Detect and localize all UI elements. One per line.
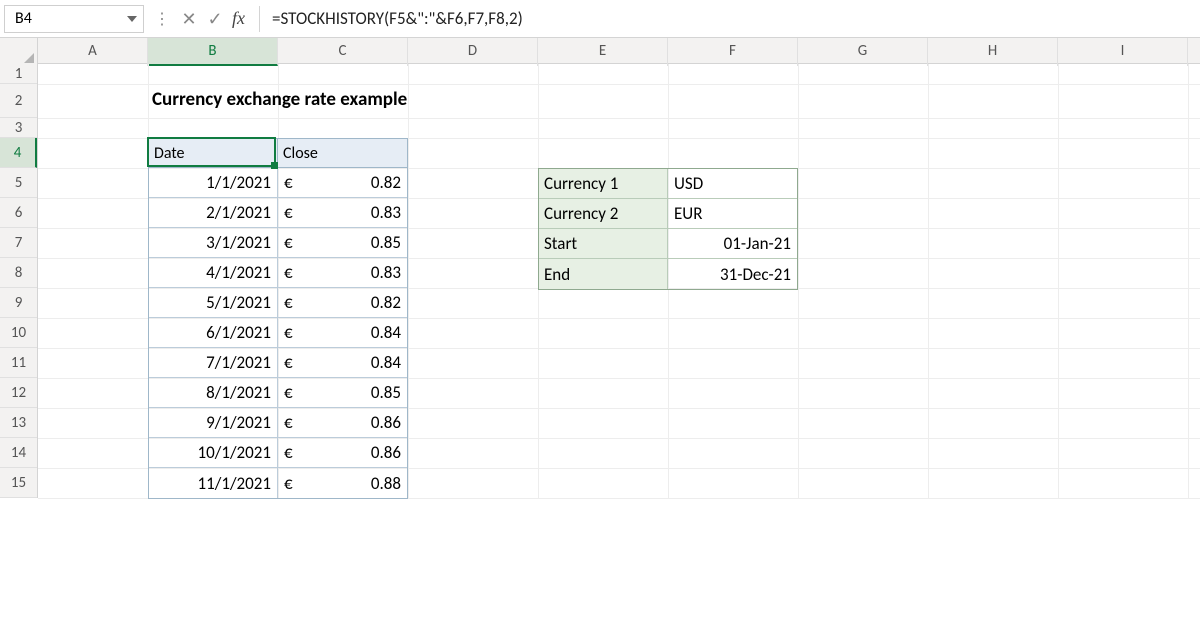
grid[interactable]: Currency exchange rate example Date Clos… [38, 64, 1200, 498]
divider [259, 6, 260, 32]
row-header-5[interactable]: 5 [0, 168, 37, 198]
table-row: 10/1/2021€0.86 [149, 438, 407, 468]
table-row: 2/1/2021€0.83 [149, 198, 407, 228]
vertical-dots-icon: ⋮ [152, 9, 176, 29]
row-headers: 123456789101112131415 [0, 64, 38, 498]
table-row: 8/1/2021€0.85 [149, 378, 407, 408]
row-header-13[interactable]: 13 [0, 408, 37, 438]
param-row: Start01-Jan-21 [539, 229, 797, 259]
col-header-B[interactable]: B [148, 38, 278, 66]
fx-icon[interactable]: fx [228, 8, 253, 29]
row-header-8[interactable]: 8 [0, 258, 37, 288]
cell-date[interactable]: 9/1/2021 [149, 408, 278, 437]
param-row: Currency 2EUR [539, 199, 797, 229]
param-value[interactable]: 01-Jan-21 [668, 229, 797, 258]
col-header-G[interactable]: G [798, 38, 928, 66]
cancel-formula-button[interactable]: ✕ [176, 8, 202, 30]
param-label[interactable]: Start [539, 229, 668, 258]
cell-close[interactable]: €0.82 [278, 168, 407, 197]
table-row: 1/1/2021€0.82 [149, 168, 407, 198]
accept-formula-button[interactable]: ✓ [202, 8, 228, 30]
param-value[interactable]: 31-Dec-21 [668, 259, 797, 289]
cell-date[interactable]: 1/1/2021 [149, 168, 278, 197]
param-value[interactable]: EUR [668, 199, 797, 228]
row-header-14[interactable]: 14 [0, 438, 37, 468]
table-row: 5/1/2021€0.82 [149, 288, 407, 318]
column-headers: ABCDEFGHIJ [0, 38, 1200, 64]
table-row: 6/1/2021€0.84 [149, 318, 407, 348]
cell-date[interactable]: 3/1/2021 [149, 228, 278, 257]
param-label[interactable]: Currency 2 [539, 199, 668, 228]
header-close: Close [278, 139, 407, 167]
select-all-corner[interactable] [0, 38, 38, 66]
chevron-down-icon[interactable] [127, 16, 137, 22]
col-header-H[interactable]: H [928, 38, 1058, 66]
table-row: 3/1/2021€0.85 [149, 228, 407, 258]
cell-date[interactable]: 10/1/2021 [149, 438, 278, 467]
row-header-11[interactable]: 11 [0, 348, 37, 378]
cell-close[interactable]: €0.85 [278, 378, 407, 407]
table-row: 11/1/2021€0.88 [149, 468, 407, 498]
col-header-D[interactable]: D [408, 38, 538, 66]
row-header-12[interactable]: 12 [0, 378, 37, 408]
param-row: Currency 1USD [539, 169, 797, 199]
cell-close[interactable]: €0.83 [278, 198, 407, 227]
cell-close[interactable]: €0.82 [278, 288, 407, 317]
parameters-table: Currency 1USDCurrency 2EURStart01-Jan-21… [538, 168, 798, 290]
cell-date[interactable]: 11/1/2021 [149, 468, 278, 498]
cell-close[interactable]: €0.85 [278, 228, 407, 257]
row-header-4[interactable]: 4 [0, 138, 37, 168]
cell-date[interactable]: 5/1/2021 [149, 288, 278, 317]
row-header-9[interactable]: 9 [0, 288, 37, 318]
col-header-E[interactable]: E [538, 38, 668, 66]
cell-close[interactable]: €0.84 [278, 318, 407, 347]
cell-close[interactable]: €0.86 [278, 438, 407, 467]
table-row: 7/1/2021€0.84 [149, 348, 407, 378]
cell-close[interactable]: €0.86 [278, 408, 407, 437]
name-box[interactable]: B4 [4, 5, 144, 33]
sheet-body: 123456789101112131415 Currency exchange … [0, 64, 1200, 498]
exchange-rate-table: Date Close 1/1/2021€0.822/1/2021€0.833/1… [148, 138, 408, 499]
table-row: 9/1/2021€0.86 [149, 408, 407, 438]
col-header-I[interactable]: I [1058, 38, 1188, 66]
cell-date[interactable]: 4/1/2021 [149, 258, 278, 287]
cell-close[interactable]: €0.88 [278, 468, 407, 498]
grid-content: Currency exchange rate example Date Clos… [38, 64, 1200, 498]
col-header-A[interactable]: A [38, 38, 148, 66]
col-header-F[interactable]: F [668, 38, 798, 66]
cell-date[interactable]: 7/1/2021 [149, 348, 278, 377]
row-header-6[interactable]: 6 [0, 198, 37, 228]
param-row: End31-Dec-21 [539, 259, 797, 289]
table-row: 4/1/2021€0.83 [149, 258, 407, 288]
formula-input[interactable] [266, 5, 1200, 33]
formula-bar: B4 ⋮ ✕ ✓ fx [0, 0, 1200, 38]
spreadsheet-area: ABCDEFGHIJ 123456789101112131415 Currenc… [0, 38, 1200, 498]
row-header-15[interactable]: 15 [0, 468, 37, 498]
row-header-3[interactable]: 3 [0, 118, 37, 138]
row-header-7[interactable]: 7 [0, 228, 37, 258]
header-date: Date [149, 139, 278, 167]
row-header-10[interactable]: 10 [0, 318, 37, 348]
name-box-text: B4 [15, 9, 32, 28]
col-header-J[interactable]: J [1188, 38, 1200, 66]
cell-close[interactable]: €0.84 [278, 348, 407, 377]
row-header-1[interactable]: 1 [0, 64, 37, 84]
cell-close[interactable]: €0.83 [278, 258, 407, 287]
table-header-row: Date Close [149, 138, 407, 168]
sheet-title: Currency exchange rate example [148, 88, 407, 111]
param-value[interactable]: USD [668, 169, 797, 198]
row-header-2[interactable]: 2 [0, 84, 37, 118]
cell-date[interactable]: 6/1/2021 [149, 318, 278, 347]
cell-date[interactable]: 2/1/2021 [149, 198, 278, 227]
col-header-C[interactable]: C [278, 38, 408, 66]
param-label[interactable]: End [539, 259, 668, 289]
param-label[interactable]: Currency 1 [539, 169, 668, 198]
cell-date[interactable]: 8/1/2021 [149, 378, 278, 407]
